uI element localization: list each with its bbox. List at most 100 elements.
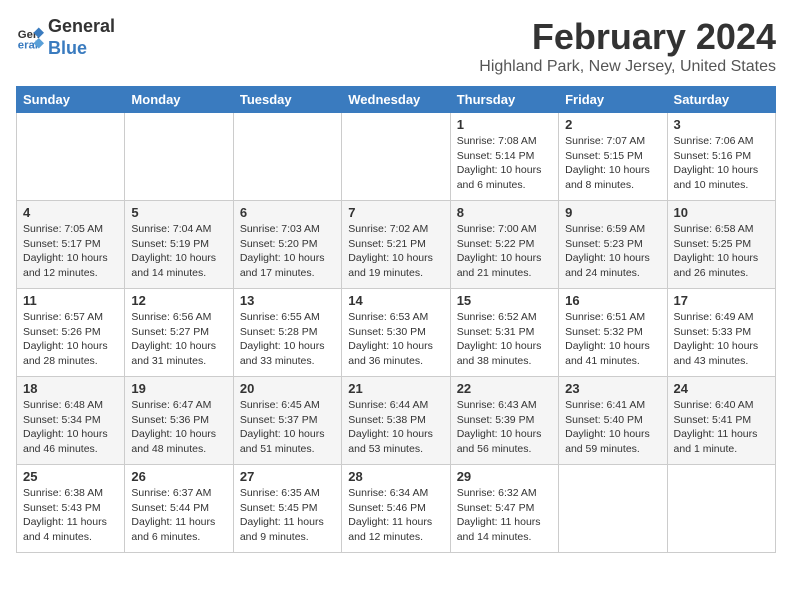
- calendar-cell: 24Sunrise: 6:40 AMSunset: 5:41 PMDayligh…: [667, 377, 775, 465]
- day-of-week-header: Sunday: [17, 87, 125, 113]
- day-info: Sunrise: 7:03 AMSunset: 5:20 PMDaylight:…: [240, 222, 335, 281]
- calendar-subtitle: Highland Park, New Jersey, United States: [479, 58, 776, 76]
- day-of-week-header: Monday: [125, 87, 233, 113]
- calendar-header: SundayMondayTuesdayWednesdayThursdayFrid…: [17, 87, 776, 113]
- day-info: Sunrise: 6:57 AMSunset: 5:26 PMDaylight:…: [23, 310, 118, 369]
- calendar-cell: 15 Sunrise: 6:52 AMSunset: 5:31 PMDayligh…: [450, 289, 558, 377]
- day-number: 1: [457, 117, 552, 132]
- day-info: Sunrise: 7:02 AMSunset: 5:21 PMDaylight:…: [348, 222, 443, 281]
- calendar-cell: [17, 113, 125, 201]
- day-info: Sunrise: 7:06 AMSunset: 5:16 PMDaylight:…: [674, 134, 769, 193]
- calendar-table: SundayMondayTuesdayWednesdayThursdayFrid…: [16, 86, 776, 553]
- day-info: Sunrise: 6:32 AMSunset: 5:47 PMDaylight:…: [457, 486, 552, 545]
- calendar-cell: 3 Sunrise: 7:06 AMSunset: 5:16 PMDaylight…: [667, 113, 775, 201]
- day-number: 13: [240, 293, 335, 308]
- day-number: 2: [565, 117, 660, 132]
- calendar-cell: 26 Sunrise: 6:37 AMSunset: 5:44 PMDayligh…: [125, 465, 233, 553]
- day-info: Sunrise: 6:55 AMSunset: 5:28 PMDaylight:…: [240, 310, 335, 369]
- day-info: Sunrise: 7:05 AMSunset: 5:17 PMDaylight:…: [23, 222, 118, 281]
- day-number: 4: [23, 205, 118, 220]
- calendar-cell: 10 Sunrise: 6:58 AMSunset: 5:25 PMDayligh…: [667, 201, 775, 289]
- day-number: 12: [131, 293, 226, 308]
- day-number: 6: [240, 205, 335, 220]
- calendar-cell: 6 Sunrise: 7:03 AMSunset: 5:20 PMDaylight…: [233, 201, 341, 289]
- day-info: Sunrise: 6:47 AMSunset: 5:36 PMDaylight:…: [131, 398, 226, 457]
- calendar-body: 1 Sunrise: 7:08 AMSunset: 5:14 PMDaylight…: [17, 113, 776, 553]
- day-number: 10: [674, 205, 769, 220]
- day-number: 28: [348, 469, 443, 484]
- day-number: 26: [131, 469, 226, 484]
- day-number: 20: [240, 381, 335, 396]
- calendar-cell: 17 Sunrise: 6:49 AMSunset: 5:33 PMDayligh…: [667, 289, 775, 377]
- calendar-week-row: 4 Sunrise: 7:05 AMSunset: 5:17 PMDaylight…: [17, 201, 776, 289]
- day-info: Sunrise: 6:41 AMSunset: 5:40 PMDaylight:…: [565, 398, 660, 457]
- calendar-cell: 16Sunrise: 6:51 AMSunset: 5:32 PMDayligh…: [559, 289, 667, 377]
- svg-text:eral: eral: [18, 39, 38, 51]
- calendar-cell: 13 Sunrise: 6:55 AMSunset: 5:28 PMDayligh…: [233, 289, 341, 377]
- day-info: Sunrise: 6:56 AMSunset: 5:27 PMDaylight:…: [131, 310, 226, 369]
- day-info: Sunrise: 6:58 AMSunset: 5:25 PMDaylight:…: [674, 222, 769, 281]
- day-info: Sunrise: 6:45 AMSunset: 5:37 PMDaylight:…: [240, 398, 335, 457]
- day-number: 8: [457, 205, 552, 220]
- calendar-cell: 14Sunrise: 6:53 AMSunset: 5:30 PMDayligh…: [342, 289, 450, 377]
- day-of-week-header: Thursday: [450, 87, 558, 113]
- header-row: SundayMondayTuesdayWednesdayThursdayFrid…: [17, 87, 776, 113]
- day-info: Sunrise: 6:49 AMSunset: 5:33 PMDaylight:…: [674, 310, 769, 369]
- calendar-cell: 22Sunrise: 6:43 AMSunset: 5:39 PMDayligh…: [450, 377, 558, 465]
- calendar-week-row: 25Sunrise: 6:38 AMSunset: 5:43 PMDayligh…: [17, 465, 776, 553]
- day-number: 11: [23, 293, 118, 308]
- calendar-cell: [125, 113, 233, 201]
- calendar-cell: 19Sunrise: 6:47 AMSunset: 5:36 PMDayligh…: [125, 377, 233, 465]
- day-number: 15: [457, 293, 552, 308]
- calendar-week-row: 11 Sunrise: 6:57 AMSunset: 5:26 PMDayligh…: [17, 289, 776, 377]
- day-number: 24: [674, 381, 769, 396]
- title-area: February 2024 Highland Park, New Jersey,…: [479, 16, 776, 76]
- day-number: 14: [348, 293, 443, 308]
- day-number: 3: [674, 117, 769, 132]
- day-number: 29: [457, 469, 552, 484]
- day-number: 5: [131, 205, 226, 220]
- calendar-cell: 9 Sunrise: 6:59 AMSunset: 5:23 PMDaylight…: [559, 201, 667, 289]
- day-info: Sunrise: 6:35 AMSunset: 5:45 PMDaylight:…: [240, 486, 335, 545]
- day-of-week-header: Friday: [559, 87, 667, 113]
- calendar-cell: 7 Sunrise: 7:02 AMSunset: 5:21 PMDaylight…: [342, 201, 450, 289]
- calendar-cell: 8 Sunrise: 7:00 AMSunset: 5:22 PMDaylight…: [450, 201, 558, 289]
- calendar-title: February 2024: [479, 16, 776, 58]
- day-info: Sunrise: 6:44 AMSunset: 5:38 PMDaylight:…: [348, 398, 443, 457]
- day-info: Sunrise: 7:00 AMSunset: 5:22 PMDaylight:…: [457, 222, 552, 281]
- calendar-cell: 23 Sunrise: 6:41 AMSunset: 5:40 PMDayligh…: [559, 377, 667, 465]
- day-number: 16: [565, 293, 660, 308]
- day-number: 18: [23, 381, 118, 396]
- calendar-cell: 1 Sunrise: 7:08 AMSunset: 5:14 PMDaylight…: [450, 113, 558, 201]
- page-header: Gen eral General Blue February 2024 High…: [16, 16, 776, 76]
- logo-icon: Gen eral: [16, 24, 44, 52]
- calendar-week-row: 18 Sunrise: 6:48 AMSunset: 5:34 PMDayligh…: [17, 377, 776, 465]
- calendar-cell: 18 Sunrise: 6:48 AMSunset: 5:34 PMDayligh…: [17, 377, 125, 465]
- calendar-cell: 4 Sunrise: 7:05 AMSunset: 5:17 PMDaylight…: [17, 201, 125, 289]
- day-of-week-header: Tuesday: [233, 87, 341, 113]
- day-info: Sunrise: 6:52 AMSunset: 5:31 PMDaylight:…: [457, 310, 552, 369]
- day-info: Sunrise: 7:07 AMSunset: 5:15 PMDaylight:…: [565, 134, 660, 193]
- calendar-cell: 5Sunrise: 7:04 AMSunset: 5:19 PMDaylight…: [125, 201, 233, 289]
- day-info: Sunrise: 6:34 AMSunset: 5:46 PMDaylight:…: [348, 486, 443, 545]
- day-number: 17: [674, 293, 769, 308]
- day-number: 9: [565, 205, 660, 220]
- calendar-cell: [559, 465, 667, 553]
- calendar-cell: 29 Sunrise: 6:32 AMSunset: 5:47 PMDayligh…: [450, 465, 558, 553]
- calendar-cell: 21 Sunrise: 6:44 AMSunset: 5:38 PMDayligh…: [342, 377, 450, 465]
- logo-general-text: General: [48, 16, 115, 36]
- calendar-cell: 2 Sunrise: 7:07 AMSunset: 5:15 PMDaylight…: [559, 113, 667, 201]
- day-info: Sunrise: 6:37 AMSunset: 5:44 PMDaylight:…: [131, 486, 226, 545]
- day-info: Sunrise: 7:08 AMSunset: 5:14 PMDaylight:…: [457, 134, 552, 193]
- calendar-cell: [233, 113, 341, 201]
- calendar-cell: 27 Sunrise: 6:35 AMSunset: 5:45 PMDayligh…: [233, 465, 341, 553]
- day-number: 21: [348, 381, 443, 396]
- day-number: 23: [565, 381, 660, 396]
- calendar-cell: [342, 113, 450, 201]
- day-number: 27: [240, 469, 335, 484]
- calendar-week-row: 1 Sunrise: 7:08 AMSunset: 5:14 PMDaylight…: [17, 113, 776, 201]
- day-info: Sunrise: 6:48 AMSunset: 5:34 PMDaylight:…: [23, 398, 118, 457]
- day-info: Sunrise: 6:59 AMSunset: 5:23 PMDaylight:…: [565, 222, 660, 281]
- day-number: 7: [348, 205, 443, 220]
- calendar-cell: 20 Sunrise: 6:45 AMSunset: 5:37 PMDayligh…: [233, 377, 341, 465]
